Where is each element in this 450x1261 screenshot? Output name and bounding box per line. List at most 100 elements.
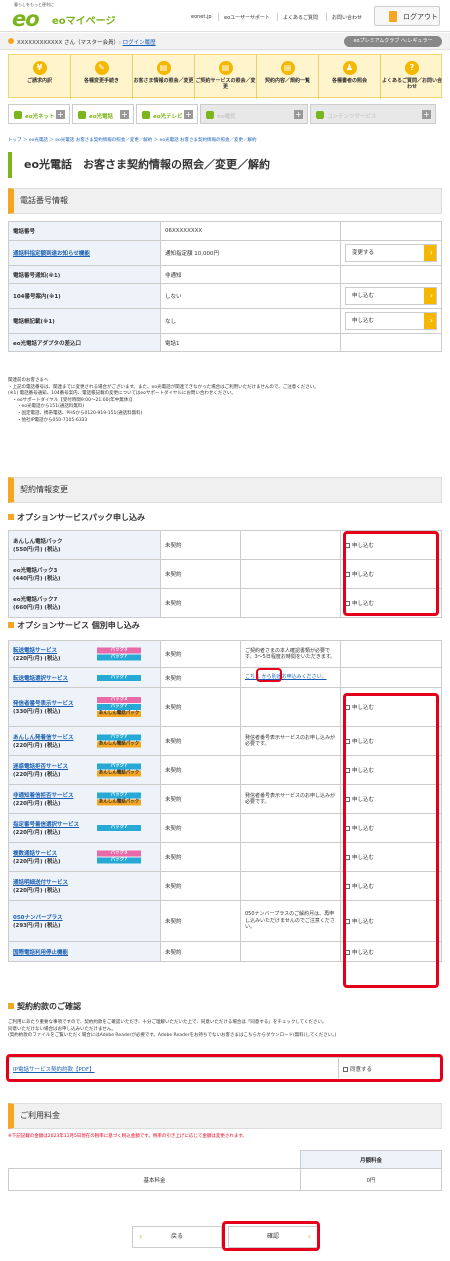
menu-item-4[interactable]: ▤ 契約内容／規約一覧 xyxy=(257,55,319,99)
action-label: 申し込む xyxy=(352,293,375,299)
nav-support[interactable]: eoユーザーサポート xyxy=(224,14,270,21)
option-name-link[interactable]: 国際電話利用停止機能 xyxy=(13,948,103,956)
phone-row-value: 電話1 xyxy=(160,333,341,352)
menu-label: ご契約サービスの照会／変更 xyxy=(195,78,256,90)
fee-note: ※下記記載の金額は2023年11月5日現在の税率に基づく税込金額です。税率の引き… xyxy=(8,1134,247,1139)
option-name-link[interactable]: 複数通話サービス xyxy=(13,849,103,857)
phone-row-action-button[interactable]: 申し込む › xyxy=(345,312,437,330)
service-icon xyxy=(14,111,22,119)
option-status: 未契約 xyxy=(160,726,241,756)
pack-badge: あんしん電話パック xyxy=(97,711,141,717)
action-label: 変更する xyxy=(352,250,375,256)
option-status: 未契約 xyxy=(160,941,241,962)
menu-icon: ▤ xyxy=(156,61,171,75)
menu-item-2[interactable]: ▤ お客さま情報の照会／変更 xyxy=(133,55,195,99)
phone-row: 104番号案内(※1) しない 申し込む › xyxy=(8,283,442,309)
fee-value: 0円 xyxy=(300,1168,442,1191)
menu-item-5[interactable]: ♟ 各種書者の照会 xyxy=(319,55,381,99)
phone-row-label[interactable]: 通話料指定額到達お知らせ機能 xyxy=(13,251,90,257)
menu-item-6[interactable]: ? よくあるご質問／お問い合わせ xyxy=(381,55,443,99)
user-bar: XXXXXXXXXXXX さん（マスター会員）: ログイン履歴 eoプレミアムク… xyxy=(0,33,450,50)
plus-icon[interactable]: + xyxy=(56,110,65,119)
phone-row-label: 電話番号通知(※1) xyxy=(13,272,61,279)
option-status: 未契約 xyxy=(160,871,241,901)
page-title: eo光電話 お客さま契約情報の照会／変更／解約 xyxy=(8,152,442,178)
plus-icon[interactable]: + xyxy=(294,110,303,119)
highlight-terms-row xyxy=(6,1054,443,1082)
option-status: 未契約 xyxy=(160,784,241,814)
nav-contact[interactable]: お問い合わせ xyxy=(332,14,362,21)
option-name-link[interactable]: あんしん発着信サービス xyxy=(13,733,103,741)
pack-badge: あんしん電話パック xyxy=(97,770,141,777)
phone-row-value: 通知指定額 10,000円 xyxy=(160,240,341,266)
option-row: 転送電話選択サービス パック7 未契約 こちら から別途お申込みください。 xyxy=(8,667,442,688)
service-tab-2[interactable]: eo光テレビ + xyxy=(136,104,198,124)
chevron-left-icon: ‹ xyxy=(139,1232,143,1241)
phone-row: 電話番号通知(※1) 非通知 xyxy=(8,265,442,284)
option-name-link[interactable]: 迷惑電話拒否サービス xyxy=(13,762,103,770)
option-price: (330円/月) (税込) xyxy=(13,709,61,715)
menu-icon: ? xyxy=(405,61,419,75)
plus-icon[interactable]: + xyxy=(120,110,129,119)
premium-club-badge[interactable]: eoプレミアムクラブ へ:レギュラー xyxy=(344,36,442,47)
phone-row-value: 06XXXXXXXX xyxy=(160,221,341,241)
phone-row-action-button[interactable]: 申し込む › xyxy=(345,287,437,305)
menu-item-0[interactable]: ¥ ご請求内訳 xyxy=(9,55,71,99)
highlight-pack-apply xyxy=(343,531,439,616)
mypage-logo[interactable]: eoマイページ xyxy=(52,12,115,27)
menu-icon: ♟ xyxy=(342,61,357,75)
highlight-kochira-link xyxy=(256,668,282,682)
menu-label: よくあるご質問／お問い合わせ xyxy=(381,78,442,90)
fee-label: 基本料金 xyxy=(8,1168,301,1191)
pack-badge: パック3 xyxy=(97,697,141,703)
plus-icon[interactable]: + xyxy=(184,110,193,119)
menu-label: 各種変更手続き xyxy=(83,78,119,84)
option-note: 050ナンバープラスのご解約月は、再申し込みいただけませんのでご注意ください。 xyxy=(245,911,335,931)
menu-item-3[interactable]: ▤ ご契約サービスの照会／変更 xyxy=(195,55,257,99)
back-button[interactable]: ‹ 戻る xyxy=(132,1226,222,1248)
pack-heading: オプションサービスパック申し込み xyxy=(8,512,145,523)
phone-row-label: eo光電話アダプタの差込口 xyxy=(13,340,82,347)
service-tab-3[interactable]: eo電気 + xyxy=(200,104,308,124)
service-tab-1[interactable]: eo光電話 + xyxy=(72,104,134,124)
note-line: ・他社IP電話から050-7105-6333 xyxy=(8,417,88,423)
option-note: 発信者番号表示サービスのお申し込みが必要です。 xyxy=(245,792,336,806)
plus-icon[interactable]: + xyxy=(422,110,431,119)
option-price: (293円/月) (税込) xyxy=(13,923,61,929)
terms-line: (契約約款のファイルをご覧いただく場合にはAdobe Readerが必要です。A… xyxy=(8,1033,337,1039)
action-label: 申し込む xyxy=(352,318,375,324)
phone-row-action-button[interactable]: 変更する › xyxy=(345,244,437,262)
account-name: XXXXXXXXXXXX さん（マスター会員）: xyxy=(17,40,121,46)
fee-column-header: 月額料金 xyxy=(300,1150,442,1169)
service-label: eo光テレビ xyxy=(153,114,183,120)
option-name-link[interactable]: 非通知着信拒否サービス xyxy=(13,791,103,799)
pack-badge: パック7 xyxy=(97,825,141,831)
divider xyxy=(218,13,219,21)
phone-row-label: 電話番号 xyxy=(13,229,36,235)
chevron-right-icon: › xyxy=(429,248,433,257)
menu-item-1[interactable]: ✎ 各種変更手続き xyxy=(71,55,133,99)
service-tab-0[interactable]: eo光ネット + xyxy=(8,104,70,124)
option-name-link[interactable]: 転送電話選択サービス xyxy=(13,674,103,682)
option-name-link[interactable]: 050ナンバープラス xyxy=(13,913,103,921)
login-history-link[interactable]: ログイン履歴 xyxy=(123,40,156,46)
service-tab-4[interactable]: コンテンツサービス + xyxy=(310,104,436,124)
option-name-link[interactable]: 指定番号着信選択サービス xyxy=(13,820,103,828)
highlight-option-apply xyxy=(343,693,439,988)
logout-button[interactable]: ログアウト xyxy=(374,6,440,26)
eo-logo[interactable]: eo xyxy=(12,7,40,31)
door-icon xyxy=(389,11,397,22)
option-name-link[interactable]: 発信者番号表示サービス xyxy=(13,699,103,707)
nav-eonet[interactable]: eonet.jp xyxy=(191,14,212,20)
breadcrumb[interactable]: トップ ＞ eo光電話 ＞ eo光電話 お客さま契約情報の照会／変更／解約 ＞ … xyxy=(8,137,448,143)
main-menu: ¥ ご請求内訳 ✎ 各種変更手続き ▤ お客さま情報の照会／変更 ▤ ご契約サービスの照会／変… xyxy=(8,54,443,99)
site-header: 暮らしをもっと便利に eo eoマイページ eonet.jp eoユーザーサポー… xyxy=(0,0,450,32)
option-status: 未契約 xyxy=(160,842,241,872)
phone-row: eo光電話アダプタの差込口 電話1 xyxy=(8,333,442,352)
option-name-link[interactable]: 通話明細送付サービス xyxy=(13,878,103,886)
nav-faq[interactable]: よくあるご質問 xyxy=(283,14,318,21)
option-name-link[interactable]: 転送電話サービス xyxy=(13,646,103,654)
option-status: 未契約 xyxy=(160,755,241,785)
note-line: 関連前のお客さまへ xyxy=(8,378,49,383)
phone-section-title: 電話番号情報 xyxy=(8,188,442,214)
